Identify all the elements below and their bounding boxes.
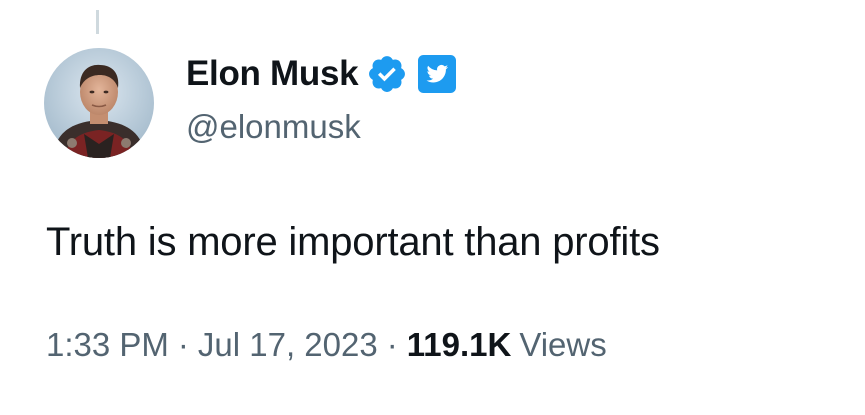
tweet-time[interactable]: 1:33 PM bbox=[46, 326, 169, 363]
views-label[interactable]: Views bbox=[519, 326, 606, 363]
verified-checkmark-icon[interactable] bbox=[366, 53, 408, 95]
author-display-name[interactable]: Elon Musk bbox=[186, 54, 359, 94]
tweet-date[interactable]: Jul 17, 2023 bbox=[198, 326, 378, 363]
tweet-text: Truth is more important than profits bbox=[46, 220, 660, 264]
meta-separator: · bbox=[177, 326, 189, 363]
author-name-row: Elon Musk bbox=[186, 52, 457, 96]
avatar[interactable] bbox=[44, 48, 154, 158]
thread-line bbox=[96, 10, 99, 34]
meta-separator: · bbox=[386, 326, 398, 363]
tweet-meta: 1:33 PM · Jul 17, 2023 · 119.1K Views bbox=[46, 326, 607, 364]
twitter-bird-icon[interactable] bbox=[418, 55, 457, 93]
views-count[interactable]: 119.1K bbox=[407, 326, 512, 363]
author-handle[interactable]: @elonmusk bbox=[186, 108, 361, 146]
